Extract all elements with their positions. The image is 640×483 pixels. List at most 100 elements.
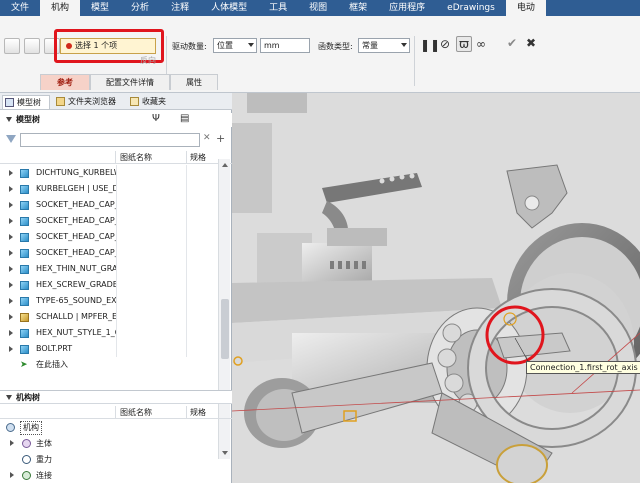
tree-settings-icon[interactable]: Ψ bbox=[152, 113, 160, 124]
expand-icon[interactable] bbox=[9, 250, 13, 256]
subtab-properties[interactable]: 属性 bbox=[170, 74, 218, 90]
cell-separator bbox=[186, 341, 187, 357]
mech-item-connections[interactable]: 连接 bbox=[0, 468, 218, 483]
glasses-icon[interactable]: ∞ bbox=[476, 37, 486, 51]
tree-item[interactable]: HEX_THIN_NUT_GRADE bbox=[0, 261, 218, 277]
tree-item[interactable]: KURBELGEH | USE_DEFAULT bbox=[0, 181, 218, 197]
tree-item[interactable]: BOLT.PRT bbox=[0, 341, 218, 357]
tab-mechanism[interactable]: 机构 bbox=[40, 0, 81, 16]
graphics-window[interactable] bbox=[232, 93, 640, 483]
subtab-profile-details[interactable]: 配置文件详情 bbox=[90, 74, 170, 90]
expand-icon[interactable] bbox=[9, 346, 13, 352]
tab-view[interactable]: 视图 bbox=[298, 0, 338, 16]
tab-model[interactable]: 模型 bbox=[80, 0, 120, 16]
motion-axis-icon[interactable] bbox=[4, 38, 20, 54]
stop-icon[interactable]: ⊘ bbox=[440, 37, 450, 51]
collapse-icon bbox=[6, 395, 12, 400]
add-icon[interactable]: + bbox=[216, 132, 225, 145]
tree-item[interactable]: HEX_SCREW_GRADE bbox=[0, 277, 218, 293]
tree-item[interactable]: SCHALLD | MPFER_E bbox=[0, 309, 218, 325]
expand-icon[interactable] bbox=[9, 266, 13, 272]
panel-tab-model-tree[interactable]: 模型树 bbox=[2, 95, 50, 109]
tab-annotate[interactable]: 注释 bbox=[160, 0, 200, 16]
scroll-down-icon[interactable] bbox=[222, 451, 228, 455]
cell-separator bbox=[116, 309, 117, 325]
mech-tree-header[interactable]: 机构树 bbox=[0, 390, 232, 404]
mech-item-bodies[interactable]: 主体 bbox=[0, 436, 218, 451]
drive-qty-label: 驱动数量: bbox=[172, 42, 207, 51]
geometry-icon[interactable] bbox=[24, 38, 40, 54]
cell-separator bbox=[186, 229, 187, 245]
tree-item[interactable]: DICHTUNG_KURBELWELLE bbox=[0, 165, 218, 181]
tab-framework[interactable]: 框架 bbox=[338, 0, 378, 16]
tree-item[interactable]: SOCKET_HEAD_CAP_SCREW bbox=[0, 213, 218, 229]
expand-icon[interactable] bbox=[9, 314, 13, 320]
model-tree-header[interactable]: 模型树 bbox=[0, 113, 232, 127]
chevron-down-icon bbox=[248, 43, 254, 47]
panel-tab-label: 模型树 bbox=[17, 98, 41, 107]
expand-icon[interactable] bbox=[9, 234, 13, 240]
panel-tab-bar: 模型树 文件夹浏览器 收藏夹 bbox=[0, 93, 232, 110]
expand-icon[interactable] bbox=[9, 170, 13, 176]
col-header-spec[interactable]: 规格 bbox=[186, 151, 219, 164]
mechanism-icon bbox=[6, 423, 15, 432]
confirm-icon[interactable]: ✔ bbox=[507, 36, 517, 50]
tab-tools[interactable]: 工具 bbox=[258, 0, 298, 16]
drive-qty-select[interactable]: 位置 bbox=[213, 38, 257, 53]
tab-analysis[interactable]: 分析 bbox=[120, 0, 160, 16]
tree-item[interactable]: TYPE-65_SOUND_EX bbox=[0, 293, 218, 309]
insert-here-item[interactable]: ➤ 在此插入 bbox=[0, 357, 218, 373]
cancel-icon[interactable]: ✖ bbox=[526, 36, 536, 50]
preview-icon[interactable]: ϖ bbox=[456, 36, 473, 52]
cell-separator bbox=[116, 181, 117, 197]
func-type-select[interactable]: 常量 bbox=[358, 38, 410, 53]
tab-edrawings[interactable]: eDrawings bbox=[436, 0, 506, 16]
navigator-panel: 模型树 文件夹浏览器 收藏夹 模型树 Ψ ▤ ✕ + 图纸名称 规格 DICHT… bbox=[0, 93, 232, 483]
unit-field[interactable]: mm bbox=[260, 38, 310, 53]
part-icon bbox=[20, 217, 29, 226]
expand-icon[interactable] bbox=[10, 472, 14, 478]
tree-search-input[interactable] bbox=[20, 133, 200, 147]
clear-icon[interactable]: ✕ bbox=[203, 133, 211, 143]
tab-applications[interactable]: 应用程序 bbox=[378, 0, 436, 16]
tab-manikin[interactable]: 人体模型 bbox=[200, 0, 258, 16]
tree-item[interactable]: SOCKET_HEAD_CAP_SCREW bbox=[0, 245, 218, 261]
col-header-spec[interactable]: 规格 bbox=[186, 406, 219, 419]
tree-item[interactable]: HEX_NUT_STYLE_1_G bbox=[0, 325, 218, 341]
expand-icon[interactable] bbox=[9, 202, 13, 208]
expand-icon[interactable] bbox=[10, 440, 14, 446]
pause-icon[interactable]: ❚❚ bbox=[420, 38, 440, 52]
scroll-up-icon[interactable] bbox=[222, 163, 228, 167]
tree-item-label: DICHTUNG_KURBELWELLE bbox=[36, 168, 116, 177]
col-header-drawing-name[interactable]: 图纸名称 bbox=[120, 151, 152, 164]
part-icon bbox=[20, 249, 29, 258]
scroll-thumb[interactable] bbox=[221, 299, 229, 359]
expand-icon[interactable] bbox=[9, 298, 13, 304]
show-menu-icon[interactable]: ▤ bbox=[180, 113, 189, 124]
tab-motor[interactable]: 电动 bbox=[505, 0, 546, 16]
expand-icon[interactable] bbox=[9, 282, 13, 288]
cell-separator bbox=[186, 197, 187, 213]
unit-value: mm bbox=[264, 41, 280, 50]
panel-tab-favorites[interactable]: 收藏夹 bbox=[128, 95, 178, 109]
tree-item[interactable]: SOCKET_HEAD_CAP_SCREW bbox=[0, 229, 218, 245]
panel-tab-folder-browser[interactable]: 文件夹浏览器 bbox=[54, 95, 126, 109]
flip-button[interactable]: 反向 bbox=[140, 55, 156, 66]
col-header-drawing-name[interactable]: 图纸名称 bbox=[120, 406, 152, 419]
part-icon bbox=[20, 265, 29, 274]
expand-icon[interactable] bbox=[9, 218, 13, 224]
subtab-references[interactable]: 参考 bbox=[40, 74, 90, 90]
expand-icon[interactable] bbox=[9, 330, 13, 336]
tab-file[interactable]: 文件 bbox=[0, 0, 40, 16]
mech-item-mechanism[interactable]: 机构 bbox=[0, 420, 218, 435]
assembly-icon bbox=[20, 313, 29, 322]
cell-separator bbox=[186, 293, 187, 309]
tree-column-header: 图纸名称 规格 bbox=[0, 151, 232, 164]
ribbon-panel: 选择 1 个项 反向 驱动数量: 位置 mm 函数类型: 常量 ❚❚ ⊘ ϖ ∞… bbox=[0, 16, 640, 93]
tree-item[interactable]: SOCKET_HEAD_CAP_SCREW bbox=[0, 197, 218, 213]
tree-item-label: SOCKET_HEAD_CAP_SCREW bbox=[36, 248, 116, 257]
mech-item-gravity[interactable]: 重力 bbox=[0, 452, 218, 467]
filter-icon[interactable] bbox=[6, 135, 16, 143]
expand-icon[interactable] bbox=[9, 186, 13, 192]
col-header-tree bbox=[0, 406, 116, 419]
